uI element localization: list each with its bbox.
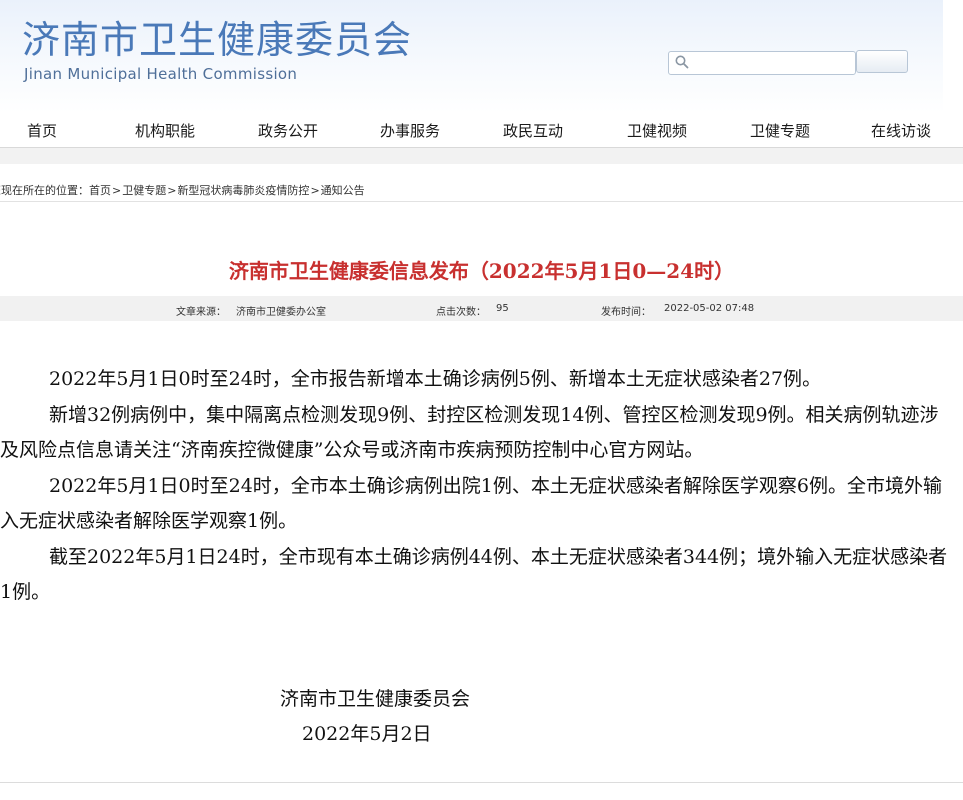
meta-source-label: 文章来源： (176, 307, 226, 318)
article-body: 2022年5月1日0时至24时，全市报告新增本土确诊病例5例、新增本土无症状感染… (0, 362, 950, 611)
meta-clicks-value: 95 (496, 303, 509, 314)
article-paragraph: 截至2022年5月1日24时，全市现有本土确诊病例44例、本土无症状感染者344… (0, 545, 948, 604)
breadcrumb-item-covid[interactable]: 新型冠状病毒肺炎疫情防控 (177, 184, 309, 197)
breadcrumb-item-home[interactable]: 首页 (89, 184, 111, 197)
main-nav: 首页 机构职能 政务公开 办事服务 政民互动 卫健视频 卫健专题 在线访谈 (0, 113, 963, 148)
nav-item-topics[interactable]: 卫健专题 (750, 120, 810, 141)
header-edge (943, 0, 963, 113)
footer-divider (0, 782, 963, 783)
nav-item-gov-info[interactable]: 政务公开 (258, 120, 318, 141)
breadcrumb-separator: > (112, 184, 122, 197)
site-title[interactable]: 济南市卫生健康委员会 (22, 17, 412, 63)
search-input[interactable] (668, 51, 856, 75)
search-icon (675, 55, 689, 69)
breadcrumb: 您现在所在的位置：首页>卫健专题>新型冠状病毒肺炎疫情防控>通知公告 (0, 182, 365, 198)
breadcrumb-item-notices[interactable]: 通知公告 (321, 184, 365, 197)
nav-item-interviews[interactable]: 在线访谈 (871, 120, 931, 141)
breadcrumb-divider (0, 201, 963, 202)
meta-date-label: 发布时间： (601, 307, 651, 318)
breadcrumb-separator: > (167, 184, 177, 197)
signature-date: 2022年5月2日 (302, 723, 432, 745)
nav-item-video[interactable]: 卫健视频 (627, 120, 687, 141)
meta-source-value: 济南市卫健委办公室 (236, 307, 326, 318)
breadcrumb-prefix: 您现在所在的位置： (0, 184, 89, 197)
meta-clicks-label: 点击次数： (436, 307, 486, 318)
site-subtitle: Jinan Municipal Health Commission (24, 65, 298, 83)
article-meta-bar: 文章来源： 济南市卫健委办公室 点击次数： 95 发布时间： 2022-05-0… (0, 296, 963, 321)
article-title: 济南市卫生健康委信息发布（2022年5月1日0—24时） (228, 259, 735, 283)
article-paragraph: 新增32例病例中，集中隔离点检测发现9例、封控区检测发现14例、管控区检测发现9… (0, 403, 939, 462)
nav-divider-strip (0, 148, 963, 164)
meta-date-value: 2022-05-02 07:48 (664, 303, 755, 314)
signature-organization: 济南市卫生健康委员会 (280, 688, 471, 710)
nav-item-functions[interactable]: 机构职能 (135, 120, 195, 141)
nav-item-home[interactable]: 首页 (27, 120, 57, 141)
breadcrumb-item-topics[interactable]: 卫健专题 (122, 184, 166, 197)
nav-item-services[interactable]: 办事服务 (380, 120, 440, 141)
nav-item-interaction[interactable]: 政民互动 (503, 120, 563, 141)
breadcrumb-separator: > (310, 184, 320, 197)
article-paragraph: 2022年5月1日0时至24时，全市本土确诊病例出院1例、本土无症状感染者解除医… (0, 474, 942, 533)
article-paragraph: 2022年5月1日0时至24时，全市报告新增本土确诊病例5例、新增本土无症状感染… (49, 368, 822, 390)
search-button[interactable] (856, 50, 908, 73)
